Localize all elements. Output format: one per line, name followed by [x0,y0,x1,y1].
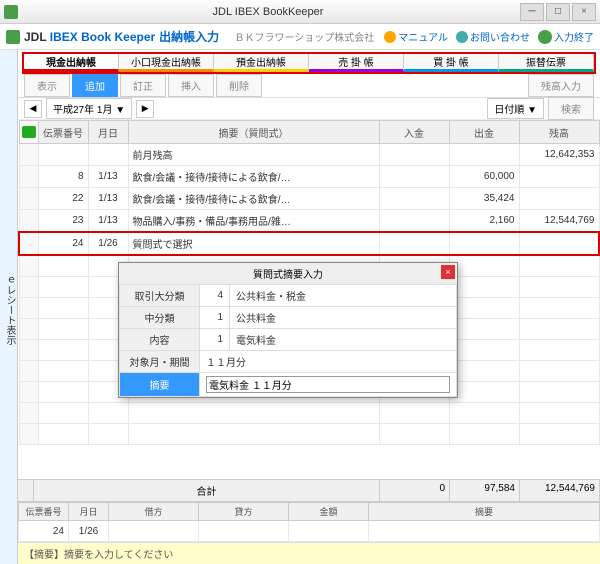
chat-icon [456,31,468,43]
page-title: 出納帳入力 [159,28,219,45]
table-row[interactable]: 221/13飲食/会議・接待/接待による飲食/…35,424 [19,188,599,210]
sort-select[interactable]: 日付順 ▼ [487,98,544,119]
brand: JDL IBEX Book Keeper [24,30,155,44]
table-row[interactable]: 前月残高12,642,353 [19,144,599,166]
tab-payable[interactable]: 買 掛 帳 [404,54,499,72]
ledger-table: 伝票番号 月日 摘要（質問式） 入金 出金 残高 前月残高12,642,3538… [18,120,600,479]
dcol-desc: 摘要 [369,503,600,521]
next-month-button[interactable]: ▶ [136,100,154,118]
toolbar: 表示 追加 訂正 挿入 削除 残高入力 [18,74,600,98]
total-row: 合計 0 97,584 12,544,769 [18,479,600,501]
modal-cat2-no[interactable]: 1 [200,307,230,329]
contact-link[interactable]: お問い合わせ [456,29,530,44]
col-no: 伝票番号 [38,121,88,144]
modal-close-button[interactable]: × [441,265,455,279]
total-bal: 12,544,769 [520,480,600,501]
modal-cat1-label: 取引大分類 [120,285,200,307]
title-bar: JDL IBEX BookKeeper ─ □ × [0,0,600,24]
delete-button[interactable]: 削除 [216,74,262,97]
tab-transfer[interactable]: 振替伝票 [499,54,594,72]
modal-desc-input[interactable] [206,376,450,393]
company-name: ＢＫフラワーショップ株式会社 [234,29,374,44]
summary-modal: 質問式摘要入力 × 取引大分類4公共料金・税金 中分類1公共料金 内容1電気料金… [118,262,458,398]
modal-cat3-label: 内容 [120,329,200,351]
window-title: JDL IBEX BookKeeper [18,6,518,18]
dcol-credit: 貸方 [199,503,289,521]
table-row[interactable]: 241/26質問式で選択 [19,232,599,255]
exit-link[interactable]: 入力終了 [538,29,594,44]
icon-col[interactable] [19,121,38,144]
app-bar: JDL IBEX Book Keeper 出納帳入力 ＢＫフラワーショップ株式会… [0,24,600,50]
sheet-icon [22,126,36,138]
view-button[interactable]: 表示 [24,74,70,97]
tab-deposit[interactable]: 預金出納帳 [214,54,309,72]
maximize-button[interactable]: □ [546,3,570,21]
detail-row[interactable]: 241/26 [19,521,600,542]
modal-cat2-label: 中分類 [120,307,200,329]
add-button[interactable]: 追加 [72,74,118,97]
modal-period-val[interactable]: １１月分 [200,351,457,373]
modal-cat3-no[interactable]: 1 [200,329,230,351]
col-in: 入金 [379,121,449,144]
modal-desc-label: 摘要 [120,373,200,397]
manual-link[interactable]: マニュアル [384,29,448,44]
modal-title: 質問式摘要入力 × [119,263,457,284]
dcol-no: 伝票番号 [19,503,69,521]
prev-month-button[interactable]: ◀ [24,100,42,118]
detail-grid: 伝票番号 月日 借方 貸方 金額 摘要 241/26 [18,501,600,542]
exit-icon [538,30,552,44]
total-in: 0 [380,480,450,501]
modal-cat1-no[interactable]: 4 [200,285,230,307]
close-window-button[interactable]: × [572,3,596,21]
dcol-amount: 金額 [289,503,369,521]
ledger-tabs: 現金出納帳 小口現金出納帳 預金出納帳 売 掛 帳 買 掛 帳 振替伝票 [22,52,596,74]
modal-period-label: 対象月・期間 [120,351,200,373]
col-desc: 摘要（質問式） [128,121,379,144]
search-button[interactable]: 検索 [548,97,594,120]
modal-cat1-val[interactable]: 公共料金・税金 [230,285,457,307]
tab-petty-cash[interactable]: 小口現金出納帳 [119,54,214,72]
period-select[interactable]: 平成27年 1月 ▼ [46,98,132,119]
table-row[interactable]: 231/13物品購入/事務・備品/事務用品/雑…2,16012,544,769 [19,210,599,233]
insert-button[interactable]: 挿入 [168,74,214,97]
app-icon [4,5,18,19]
hint-bar: 【摘要】摘要を入力してください [18,542,600,564]
modal-cat2-val[interactable]: 公共料金 [230,307,457,329]
receipt-side-tab[interactable]: ｅレシート表示 [0,50,18,564]
minimize-button[interactable]: ─ [520,3,544,21]
tab-cash[interactable]: 現金出納帳 [24,54,119,72]
tab-receivable[interactable]: 売 掛 帳 [309,54,404,72]
total-out: 97,584 [450,480,520,501]
date-bar: ◀ 平成27年 1月 ▼ ▶ 日付順 ▼ 検索 [18,98,600,120]
col-bal: 残高 [519,121,599,144]
logo-icon [6,30,20,44]
modal-cat3-val[interactable]: 電気料金 [230,329,457,351]
dcol-debit: 借方 [109,503,199,521]
total-label: 合計 [34,480,380,501]
modal-desc-cell [200,373,457,397]
manual-icon [384,31,396,43]
balance-button[interactable]: 残高入力 [528,74,594,97]
dcol-date: 月日 [69,503,109,521]
table-row[interactable]: 81/13飲食/会議・接待/接待による飲食/…60,000 [19,166,599,188]
col-date: 月日 [88,121,128,144]
col-out: 出金 [449,121,519,144]
edit-button[interactable]: 訂正 [120,74,166,97]
